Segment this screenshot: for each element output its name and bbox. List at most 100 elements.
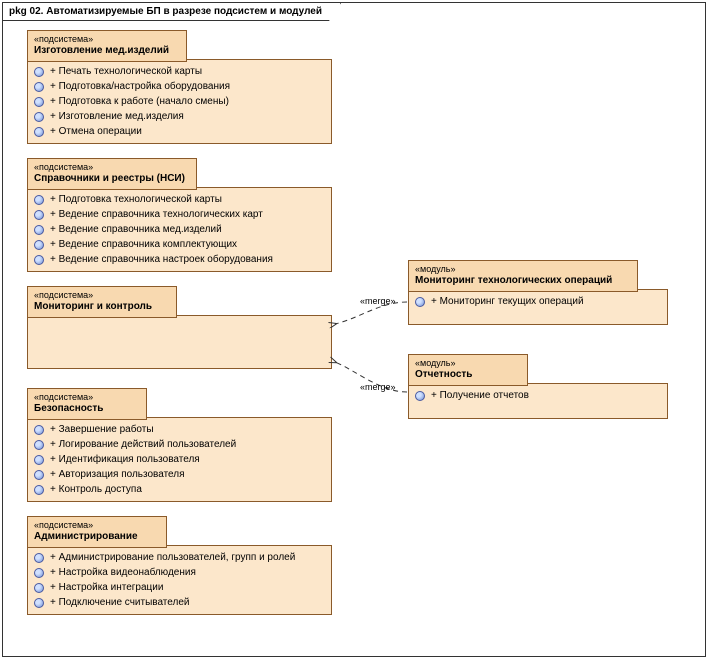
package-name: Администрирование — [34, 531, 160, 544]
list-item: + Идентификация пользователя — [34, 452, 325, 467]
bullet-icon — [34, 240, 44, 250]
op-label: + Подготовка/настройка оборудования — [50, 81, 230, 92]
list-item: + Получение отчетов — [415, 388, 661, 403]
op-label: + Получение отчетов — [431, 390, 529, 401]
bullet-icon — [34, 598, 44, 608]
package-body — [28, 316, 331, 368]
list-item: + Ведение справочника настроек оборудова… — [34, 252, 325, 267]
op-label: + Логирование действий пользователей — [50, 439, 236, 450]
op-label: + Настройка интеграции — [50, 582, 163, 593]
op-label: + Ведение справочника мед.изделий — [50, 224, 222, 235]
package-body: + Получение отчетов — [409, 384, 667, 418]
op-label: + Ведение справочника технологических ка… — [50, 209, 263, 220]
list-item: + Ведение справочника комплектующих — [34, 237, 325, 252]
stereotype-label: «подсистема» — [34, 290, 170, 301]
stereotype-label: «подсистема» — [34, 520, 160, 531]
bullet-icon — [34, 255, 44, 265]
list-item: + Логирование действий пользователей — [34, 437, 325, 452]
package-administration: «подсистема» Администрирование + Админис… — [27, 545, 332, 615]
op-label: + Изготовление мед.изделия — [50, 111, 184, 122]
op-label: + Идентификация пользователя — [50, 454, 200, 465]
bullet-icon — [34, 127, 44, 137]
merge-label-1: «merge» — [360, 296, 396, 306]
op-label: + Администрирование пользователей, групп… — [50, 552, 295, 563]
bullet-icon — [34, 112, 44, 122]
package-name: Безопасность — [34, 403, 140, 416]
package-body: + Печать технологической карты + Подгото… — [28, 60, 331, 143]
list-item: + Подготовка/настройка оборудования — [34, 79, 325, 94]
package-header: «модуль» Отчетность — [408, 354, 528, 386]
stereotype-label: «подсистема» — [34, 392, 140, 403]
stereotype-label: «подсистема» — [34, 34, 180, 45]
package-body: + Администрирование пользователей, групп… — [28, 546, 331, 614]
op-label: + Подготовка технологической карты — [50, 194, 222, 205]
list-item: + Мониторинг текущих операций — [415, 294, 661, 309]
list-item: + Настройка видеонаблюдения — [34, 565, 325, 580]
bullet-icon — [34, 440, 44, 450]
op-label: + Печать технологической карты — [50, 66, 202, 77]
list-item: + Изготовление мед.изделия — [34, 109, 325, 124]
package-body: + Завершение работы + Логирование действ… — [28, 418, 331, 501]
package-header: «подсистема» Администрирование — [27, 516, 167, 548]
package-manufacturing: «подсистема» Изготовление мед.изделий + … — [27, 59, 332, 144]
package-name: Мониторинг технологических операций — [415, 275, 631, 288]
package-header: «подсистема» Справочники и реестры (НСИ) — [27, 158, 197, 190]
bullet-icon — [34, 455, 44, 465]
bullet-icon — [34, 425, 44, 435]
op-label: + Настройка видеонаблюдения — [50, 567, 196, 578]
list-item: + Настройка интеграции — [34, 580, 325, 595]
package-body: + Мониторинг текущих операций — [409, 290, 667, 324]
bullet-icon — [415, 391, 425, 401]
list-item: + Печать технологической карты — [34, 64, 325, 79]
package-name: Мониторинг и контроль — [34, 301, 170, 314]
op-label: + Ведение справочника комплектующих — [50, 239, 237, 250]
package-header: «подсистема» Изготовление мед.изделий — [27, 30, 187, 62]
bullet-icon — [34, 470, 44, 480]
bullet-icon — [415, 297, 425, 307]
package-header: «подсистема» Мониторинг и контроль — [27, 286, 177, 318]
package-frame: pkg 02. Автоматизируемые БП в разрезе по… — [2, 2, 706, 657]
list-item: + Завершение работы — [34, 422, 325, 437]
list-item: + Подключение считывателей — [34, 595, 325, 610]
list-item: + Ведение справочника мед.изделий — [34, 222, 325, 237]
merge-label-2: «merge» — [360, 382, 396, 392]
op-label: + Авторизация пользователя — [50, 469, 185, 480]
op-label: + Ведение справочника настроек оборудова… — [50, 254, 273, 265]
package-reference-data: «подсистема» Справочники и реестры (НСИ)… — [27, 187, 332, 272]
op-label: + Завершение работы — [50, 424, 154, 435]
bullet-icon — [34, 583, 44, 593]
list-item: + Ведение справочника технологических ка… — [34, 207, 325, 222]
stereotype-label: «модуль» — [415, 264, 631, 275]
package-name: Отчетность — [415, 369, 521, 382]
op-label: + Подключение считывателей — [50, 597, 189, 608]
bullet-icon — [34, 82, 44, 92]
bullet-icon — [34, 485, 44, 495]
op-label: + Контроль доступа — [50, 484, 142, 495]
bullet-icon — [34, 210, 44, 220]
package-monitoring: «подсистема» Мониторинг и контроль — [27, 315, 332, 369]
bullet-icon — [34, 225, 44, 235]
list-item: + Контроль доступа — [34, 482, 325, 497]
package-body: + Подготовка технологической карты + Вед… — [28, 188, 331, 271]
package-security: «подсистема» Безопасность + Завершение р… — [27, 417, 332, 502]
bullet-icon — [34, 67, 44, 77]
list-item: + Отмена операции — [34, 124, 325, 139]
frame-title: pkg 02. Автоматизируемые БП в разрезе по… — [3, 3, 341, 21]
module-monitoring-ops: «модуль» Мониторинг технологических опер… — [408, 289, 668, 325]
op-label: + Отмена операции — [50, 126, 142, 137]
package-name: Справочники и реестры (НСИ) — [34, 173, 190, 186]
stereotype-label: «подсистема» — [34, 162, 190, 173]
op-label: + Подготовка к работе (начало смены) — [50, 96, 229, 107]
module-reports: «модуль» Отчетность + Получение отчетов — [408, 383, 668, 419]
list-item: + Администрирование пользователей, групп… — [34, 550, 325, 565]
op-label: + Мониторинг текущих операций — [431, 296, 584, 307]
list-item: + Подготовка технологической карты — [34, 192, 325, 207]
bullet-icon — [34, 568, 44, 578]
list-item: + Подготовка к работе (начало смены) — [34, 94, 325, 109]
bullet-icon — [34, 195, 44, 205]
package-header: «модуль» Мониторинг технологических опер… — [408, 260, 638, 292]
package-name: Изготовление мед.изделий — [34, 45, 180, 58]
bullet-icon — [34, 553, 44, 563]
bullet-icon — [34, 97, 44, 107]
stereotype-label: «модуль» — [415, 358, 521, 369]
